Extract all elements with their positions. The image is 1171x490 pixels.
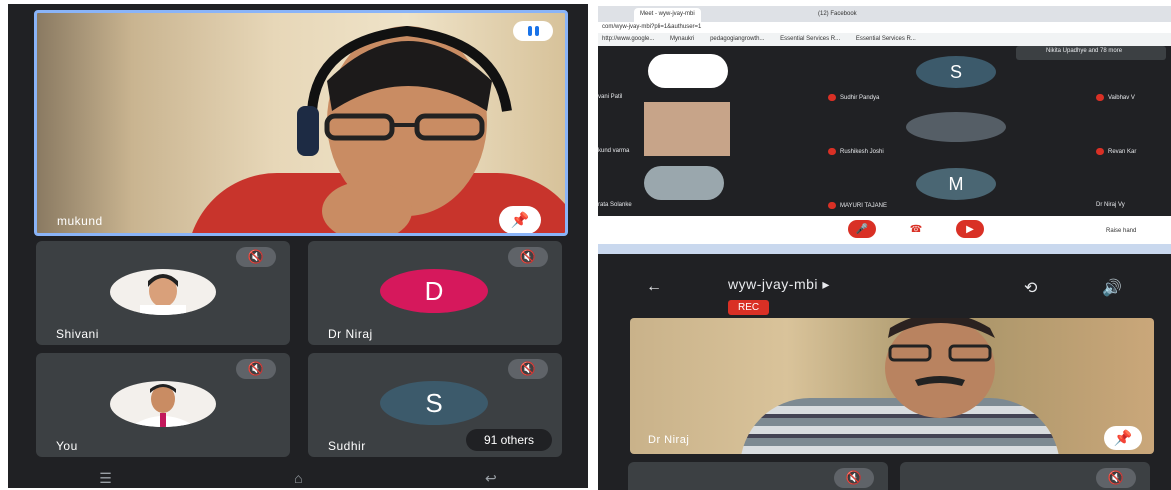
meeting-title[interactable]: wyw-jvay-mbi ▸ (728, 276, 830, 293)
avatar (110, 381, 216, 427)
switch-camera-icon[interactable]: ⟲ (1024, 278, 1037, 298)
mic-off-icon: 🔇 (508, 359, 548, 379)
avatar: S (380, 381, 488, 425)
layout-menu-button[interactable] (513, 21, 553, 41)
tab-meet[interactable]: Meet - wyw-jvay-mbi (634, 8, 701, 22)
taskbar (598, 244, 1171, 254)
participant-name: Shivani (56, 327, 99, 341)
participant-tile-dr-niraj[interactable]: 🔇 D Dr Niraj (308, 241, 562, 345)
mic-off-icon: 🔇 (236, 359, 276, 379)
mic-off-icon: 🔇 (236, 247, 276, 267)
participant-video (644, 102, 730, 156)
bookmark-item[interactable]: Essential Services R... (856, 36, 916, 42)
bookmark-item[interactable]: Essential Services R... (780, 36, 840, 42)
participant-name: vani Patil (598, 94, 623, 100)
mic-off-icon[interactable]: 🎤 (848, 220, 876, 238)
mic-off-icon: 🔇 (834, 468, 874, 488)
pin-icon[interactable]: 📌 (499, 206, 541, 233)
bookmark-item[interactable]: http://www.google... (602, 36, 654, 42)
participant-tile-sudhir[interactable]: 🔇 S Sudhir 91 others (308, 353, 562, 457)
speaker-name-label: Dr Niraj (648, 434, 690, 446)
participants-header[interactable]: Nikita Upadhye and 78 more (1016, 46, 1166, 60)
avatar: M (916, 168, 996, 200)
speaker-audio-icon[interactable]: 🔊 (1102, 278, 1122, 298)
participant-name: Sudhir (328, 439, 366, 453)
active-speaker-video[interactable]: mukund 📌 (34, 10, 568, 236)
tab-facebook[interactable]: (12) Facebook (812, 8, 863, 22)
others-count-chip[interactable]: 91 others (465, 429, 552, 451)
rec-badge: REC (728, 300, 770, 315)
participant-name: Vaibhav V (1096, 94, 1135, 101)
participant-tile[interactable]: 🔇 (900, 462, 1150, 490)
camera-off-icon[interactable]: ▶ (956, 220, 984, 238)
avatar: D (380, 269, 488, 313)
back-icon[interactable]: ↩ (485, 470, 497, 487)
laptop-browser-screen: Meet - wyw-jvay-mbi (12) Facebook com/wy… (598, 6, 1171, 242)
participant-tile-you[interactable]: 🔇 You (36, 353, 290, 457)
bookmark-item[interactable]: Mynaukri (670, 36, 694, 42)
participant-name: Revan Kar (1096, 148, 1136, 155)
participant-name: Dr Niraj (328, 327, 373, 341)
avatar (110, 269, 216, 315)
avatar (906, 112, 1006, 142)
mic-off-icon: 🔇 (1096, 468, 1136, 488)
menu-icon[interactable]: ☰ (99, 470, 112, 487)
participant-name: rata Solanke (598, 202, 632, 208)
active-speaker-video[interactable]: Dr Niraj 📌 (630, 318, 1154, 454)
mic-off-icon: 🔇 (508, 247, 548, 267)
participant-name: Rushikesh Joshi (828, 148, 884, 155)
speaker-person-image (885, 318, 995, 418)
address-bar[interactable]: com/wyw-jvay-mbi?pli=1&authuser=1 (598, 22, 1171, 33)
participant-name: Dr Niraj Vy (1096, 202, 1125, 208)
pin-icon[interactable]: 📌 (1104, 426, 1142, 450)
bookmarks-bar: http://www.google... Mynaukri pedagogian… (598, 33, 1171, 46)
participant-name: kund varma (598, 148, 630, 154)
hang-up-icon[interactable]: ☎ (902, 220, 930, 238)
status-bar (598, 254, 1171, 264)
avatar (644, 166, 724, 200)
home-icon[interactable]: ⌂ (294, 470, 302, 486)
browser-tab-bar: Meet - wyw-jvay-mbi (12) Facebook (598, 6, 1171, 22)
bookmark-item[interactable]: pedagogiangrowth... (710, 36, 764, 42)
speaker-name-label: mukund (57, 214, 103, 228)
participant-tile-shivani[interactable]: 🔇 Shivani (36, 241, 290, 345)
right-phone-screen: ← wyw-jvay-mbi ▸ REC ⟲ 🔊 Dr Niraj 📌 🔇 🔇 (598, 244, 1171, 490)
participant-name: Sudhir Pandya (828, 94, 879, 101)
participant-tile[interactable]: 🔇 (628, 462, 888, 490)
meeting-controls-bar: 🎤 ☎ ▶ Raise hand (598, 216, 1171, 242)
android-nav-bar: ☰ ⌂ ↩ (8, 468, 588, 488)
back-arrow-icon[interactable]: ← (646, 278, 662, 296)
avatar: S (916, 56, 996, 88)
participant-name: You (56, 439, 78, 453)
avatar (648, 54, 728, 88)
speaker-person-image (297, 25, 512, 233)
participant-name: MAYURI TAJANE (828, 202, 887, 209)
left-phone-screen: mukund 📌 🔇 Shivani 🔇 D Dr Niraj 🔇 You 🔇 … (8, 4, 588, 488)
raise-hand-button[interactable]: Raise hand (1106, 228, 1136, 234)
